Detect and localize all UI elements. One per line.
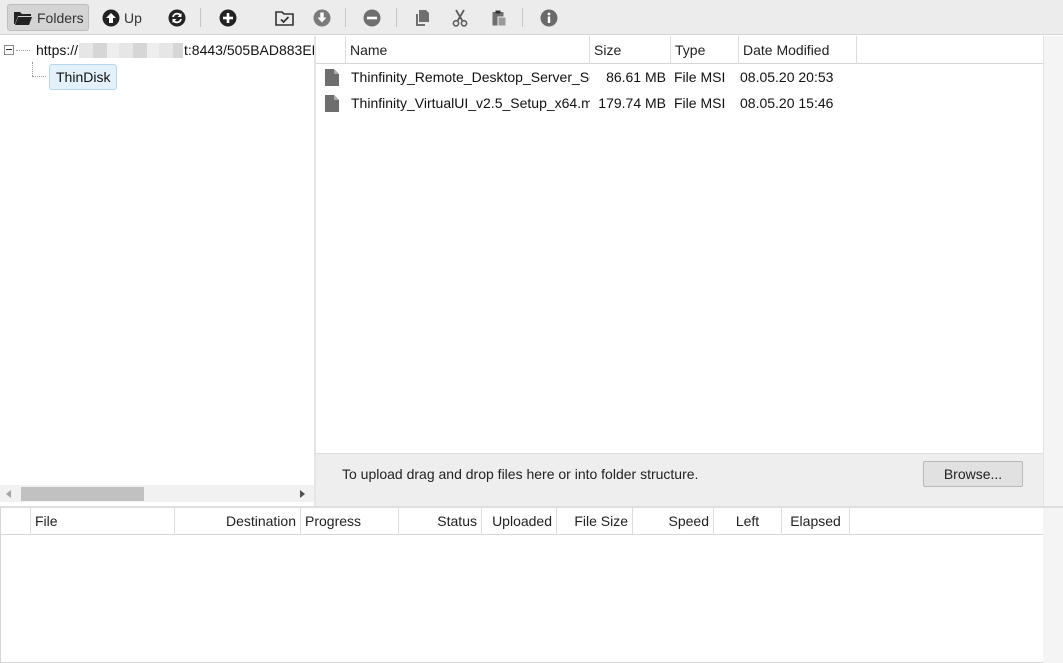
remove-button[interactable] [361,4,383,31]
folder-tree-panel: https:// t:8443/505BAD883ED ThinDisk [0,36,322,506]
add-button[interactable] [217,4,239,31]
column-header-name[interactable]: Name [346,36,590,64]
column-header-file-size[interactable]: File Size [557,508,633,535]
folder-open-icon [14,11,32,25]
collapse-icon[interactable] [4,45,14,55]
file-list-header: Name Size Type Date Modified [316,36,1043,64]
toolbar-separator [345,8,346,27]
file-type: File MSI [674,95,726,111]
tree-root-url-prefix: https:// [36,42,79,58]
column-header-status[interactable]: Status [399,508,482,535]
column-header-date-modified[interactable]: Date Modified [739,36,857,64]
info-icon [540,9,558,26]
file-row[interactable]: Thinfinity_Remote_Desktop_Server_Se 86.6… [316,64,1043,90]
file-size: 86.61 MB [606,69,666,85]
info-button[interactable] [538,4,560,31]
tree-root-node[interactable]: https:// t:8443/505BAD883ED [4,40,322,60]
scroll-right-arrow-icon[interactable] [300,490,305,498]
cut-icon [452,9,468,27]
tree-horizontal-scrollbar[interactable] [0,485,314,502]
file-size: 179.74 MB [598,95,666,111]
column-header-type[interactable]: Type [671,36,739,64]
copy-button[interactable] [412,4,434,31]
select-folder-button[interactable] [273,4,295,31]
column-header-icon [1,508,31,535]
remove-icon [363,9,381,26]
file-list-panel: Name Size Type Date Modified Thinfinity_… [316,36,1043,453]
toolbar-separator [522,8,523,27]
tree-root-url[interactable]: https:// t:8443/505BAD883ED [36,42,322,58]
column-header-file[interactable]: File [31,508,175,535]
toolbar-separator [200,8,201,27]
upload-drop-zone[interactable]: To upload drag and drop files here or in… [316,453,1043,506]
file-icon [325,95,339,112]
refresh-button[interactable] [166,4,188,31]
right-edge-strip [1043,36,1063,506]
paste-button[interactable] [488,4,510,31]
tree-root-url-suffix: t:8443/505BAD883ED [184,42,322,58]
up-button[interactable]: Up [102,4,150,31]
folders-button[interactable]: Folders [7,4,89,31]
file-name: Thinfinity_VirtualUI_v2.5_Setup_x64.m [351,95,590,111]
scroll-left-arrow-icon[interactable] [6,490,11,498]
add-icon [219,9,237,26]
tree-connector [32,76,46,77]
column-header-uploaded[interactable]: Uploaded [482,508,557,535]
column-header-speed[interactable]: Speed [633,508,714,535]
column-header-elapsed[interactable]: Elapsed [782,508,850,535]
scrollbar-thumb[interactable] [21,487,144,501]
file-name: Thinfinity_Remote_Desktop_Server_Se [351,69,590,85]
folders-label: Folders [37,9,84,26]
redacted-hostname [79,42,184,58]
copy-icon [416,9,429,26]
right-edge-strip [1043,508,1063,663]
transfers-panel: File Destination Progress Status Uploade… [0,508,1043,663]
file-icon [325,69,339,86]
file-date-modified: 08.05.20 20:53 [740,69,834,85]
tree-node-thindisk[interactable]: ThinDisk [49,64,118,90]
column-header-icon [316,36,346,64]
select-folder-icon [274,11,294,26]
column-header-destination[interactable]: Destination [175,508,301,535]
column-header-progress[interactable]: Progress [301,508,399,535]
download-icon [313,9,331,26]
file-type: File MSI [674,69,726,85]
up-label: Up [124,9,142,26]
toolbar-separator [396,8,397,27]
file-row[interactable]: Thinfinity_VirtualUI_v2.5_Setup_x64.m 17… [316,90,1043,116]
up-arrow-icon [102,9,120,26]
browse-button[interactable]: Browse... [923,461,1023,487]
upload-hint: To upload drag and drop files here or in… [342,466,699,482]
column-header-size[interactable]: Size [590,36,671,64]
cut-button[interactable] [449,4,471,31]
refresh-icon [168,9,186,26]
transfers-header: File Destination Progress Status Uploade… [1,508,1043,535]
column-header-left[interactable]: Left [714,508,782,535]
download-button[interactable] [311,4,333,31]
tree-connector [16,49,30,51]
tree-connector [32,62,33,76]
paste-icon [492,10,507,26]
toolbar: Folders Up [0,0,1063,35]
file-date-modified: 08.05.20 15:46 [740,95,834,111]
